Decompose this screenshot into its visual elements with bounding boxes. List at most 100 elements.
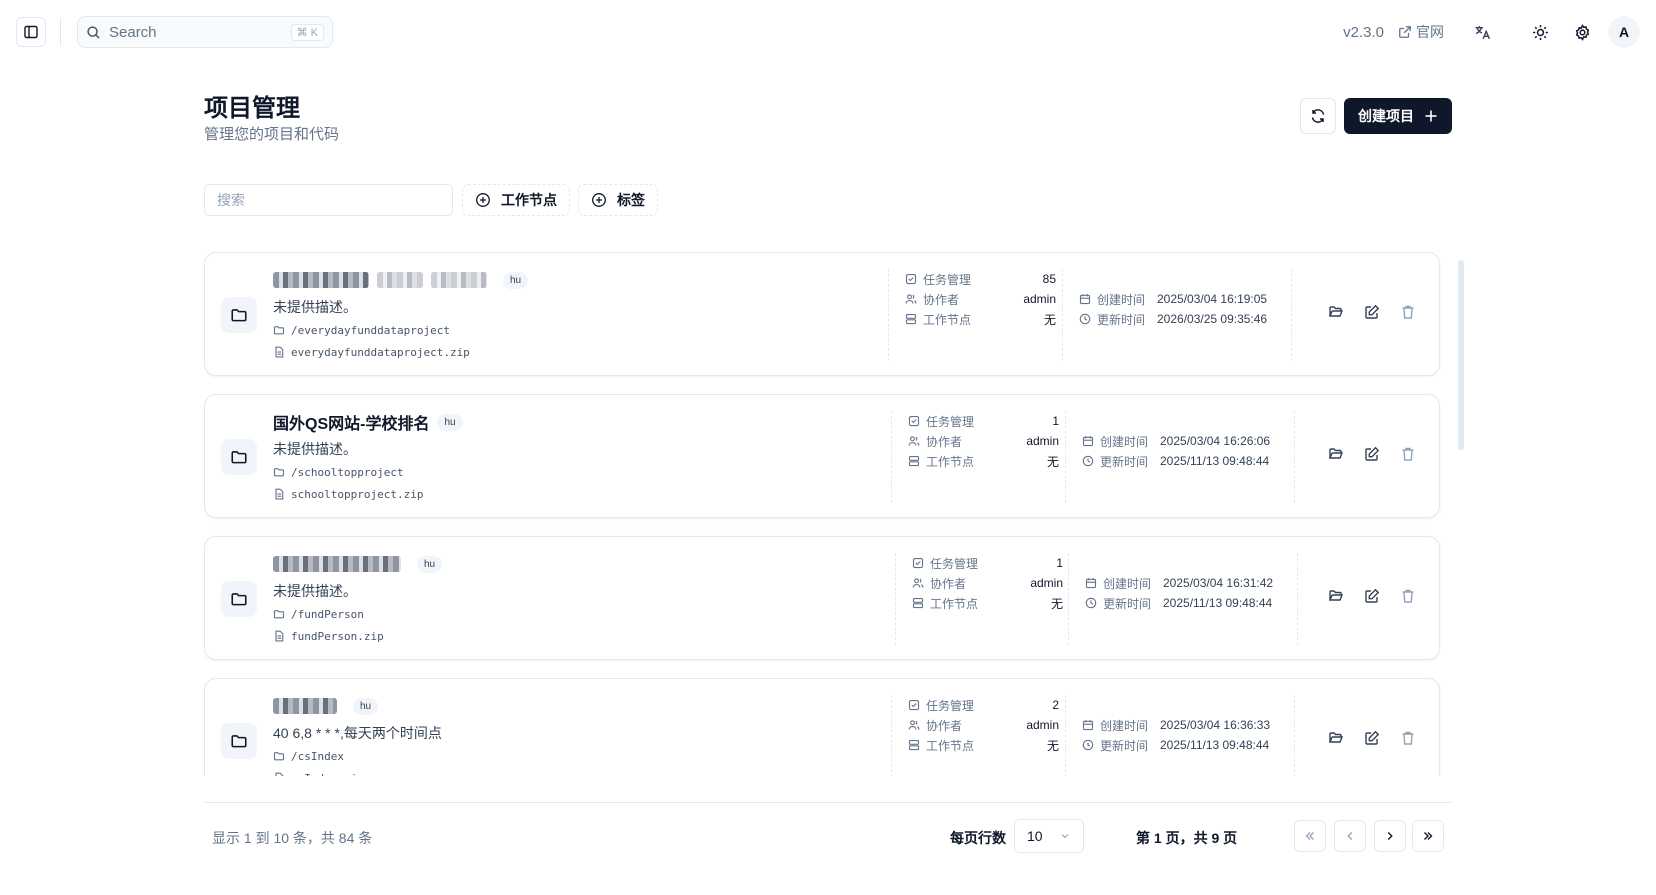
project-card[interactable]: hu 40 6,8 * * *,每天两个时间点 /csIndex csIndex… (204, 678, 1440, 776)
refresh-icon (1310, 108, 1326, 124)
official-site-link[interactable]: 官网 (1398, 22, 1444, 42)
trash-icon (1400, 304, 1416, 320)
work-node-filter-label: 工作节点 (501, 192, 557, 208)
edit-button[interactable] (1361, 585, 1383, 607)
project-path-text: /schooltopproject (291, 465, 404, 479)
user-avatar[interactable]: A (1608, 16, 1640, 48)
external-link-icon (1398, 25, 1412, 39)
first-page-button[interactable] (1294, 820, 1326, 852)
check-square-icon (905, 273, 917, 285)
page-info: 第 1 页，共 9 页 (1136, 830, 1238, 846)
top-bar: Search ⌘ K v2.3.0 官网 A (0, 0, 1656, 64)
file-icon (273, 630, 285, 642)
project-path: /schooltopproject (273, 463, 873, 481)
collaborator-label: 协作者 (930, 576, 967, 591)
project-stats: 任务管理 2 协作者 admin 工作节点 无 (891, 695, 1059, 776)
work-node-value: 无 (1050, 596, 1063, 611)
work-node-stat: 工作节点 无 (905, 309, 1056, 329)
open-folder-button[interactable] (1325, 727, 1347, 749)
tag-filter-button[interactable]: 标签 (578, 184, 658, 216)
rows-per-page-select[interactable]: 10 (1014, 819, 1084, 853)
project-search-input[interactable] (204, 184, 453, 216)
project-title-row: hu (273, 269, 873, 291)
tasks-label: 任务管理 (926, 698, 975, 713)
collaborator-stat: 协作者 admin (908, 431, 1059, 451)
calendar-icon (1082, 435, 1094, 447)
updated-date-row: 更新时间 2025/11/13 09:48:44 (1082, 451, 1294, 471)
work-node-filter-button[interactable]: 工作节点 (462, 184, 570, 216)
project-card[interactable]: hu 未提供描述。 /fundPerson fundPerson.zip 任务管… (204, 536, 1440, 660)
project-card[interactable]: hu 未提供描述。 /everydayfunddataproject every… (204, 252, 1440, 376)
clock-icon (1079, 313, 1091, 325)
last-page-button[interactable] (1412, 820, 1444, 852)
open-folder-button[interactable] (1325, 301, 1347, 323)
updated-value: 2025/11/13 09:48:44 (1160, 738, 1270, 752)
created-value: 2025/03/04 16:36:33 (1160, 718, 1271, 732)
delete-button[interactable] (1397, 585, 1419, 607)
folder-open-icon (1328, 588, 1344, 604)
edit-button[interactable] (1361, 301, 1383, 323)
delete-button[interactable] (1397, 301, 1419, 323)
file-icon (273, 346, 285, 358)
delete-button[interactable] (1397, 443, 1419, 465)
folder-icon (230, 306, 248, 324)
project-tag: hu (503, 271, 529, 289)
collaborator-value: admin (1030, 576, 1063, 590)
theme-toggle-button[interactable] (1524, 16, 1556, 48)
created-date-row: 创建时间 2025/03/04 16:19:05 (1079, 289, 1291, 309)
project-path-text: /everydayfunddataproject (291, 323, 450, 337)
project-folder-badge (221, 581, 257, 617)
next-page-button[interactable] (1374, 820, 1406, 852)
rows-per-page-label: 每页行数 (950, 830, 1006, 846)
server-icon (912, 597, 924, 609)
sidebar-toggle-button[interactable] (16, 17, 46, 47)
server-icon (905, 313, 917, 325)
previous-page-button[interactable] (1334, 820, 1366, 852)
project-folder-badge (221, 297, 257, 333)
refresh-button[interactable] (1300, 98, 1336, 134)
work-node-stat: 工作节点 无 (912, 593, 1063, 613)
collaborator-value: admin (1023, 292, 1056, 306)
obscured-name-block (273, 272, 369, 288)
project-tag: hu (437, 413, 463, 431)
open-folder-button[interactable] (1325, 585, 1347, 607)
work-node-value: 无 (1043, 312, 1056, 327)
delete-button[interactable] (1397, 727, 1419, 749)
obscured-name-block (273, 698, 337, 714)
edit-icon (1364, 730, 1380, 746)
tasks-stat: 任务管理 1 (908, 411, 1059, 431)
folder-icon (230, 590, 248, 608)
trash-icon (1400, 588, 1416, 604)
tasks-value: 2 (1052, 698, 1059, 712)
project-card[interactable]: 国外QS网站-学校排名 hu 未提供描述。 /schooltopproject … (204, 394, 1440, 518)
sidebar-panel-icon (23, 24, 39, 40)
project-folder-badge (221, 723, 257, 759)
collaborator-stat: 协作者 admin (912, 573, 1063, 593)
edit-button[interactable] (1361, 727, 1383, 749)
users-icon (912, 577, 924, 589)
settings-button[interactable] (1566, 16, 1598, 48)
footer-divider (204, 802, 1452, 803)
gear-icon (1574, 23, 1591, 41)
chevron-down-icon (1059, 830, 1071, 842)
edit-button[interactable] (1361, 443, 1383, 465)
create-project-button[interactable]: 创建项目 (1344, 98, 1452, 134)
project-stats: 任务管理 1 协作者 admin 工作节点 无 (891, 411, 1059, 503)
search-shortcut: ⌘ K (290, 23, 324, 41)
created-date-row: 创建时间 2025/03/04 16:36:33 (1082, 715, 1294, 735)
chevron-left-icon (1343, 829, 1357, 843)
language-button[interactable] (1466, 16, 1498, 48)
project-name[interactable]: 国外QS网站-学校排名 (273, 410, 429, 434)
project-actions (1325, 585, 1419, 607)
official-site-label: 官网 (1416, 24, 1444, 40)
updated-value: 2025/11/13 09:48:44 (1160, 454, 1270, 468)
scrollbar-thumb[interactable] (1458, 260, 1464, 450)
project-archive: fundPerson.zip (273, 627, 873, 645)
global-search[interactable]: Search ⌘ K (77, 16, 333, 48)
work-node-value: 无 (1046, 738, 1059, 753)
list-scrollbar[interactable] (1458, 252, 1464, 776)
open-folder-button[interactable] (1325, 443, 1347, 465)
updated-label: 更新时间 (1100, 454, 1149, 469)
work-node-label: 工作节点 (930, 596, 979, 611)
project-tag: hu (353, 697, 379, 715)
